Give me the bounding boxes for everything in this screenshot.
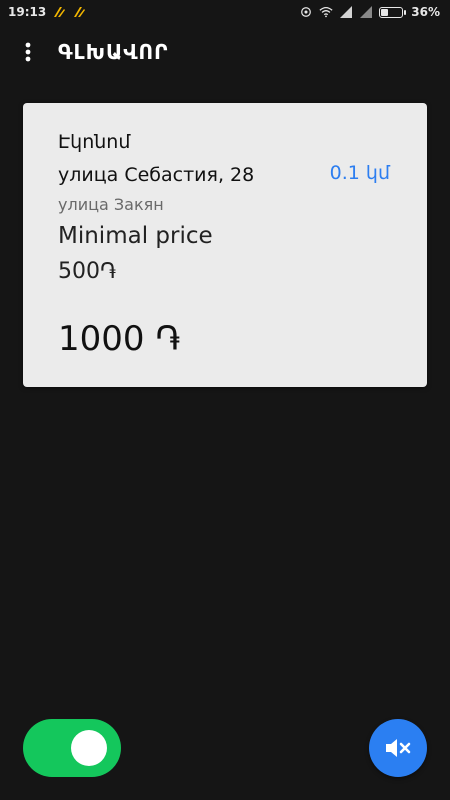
battery-percent: 36%	[411, 5, 440, 19]
app-bar: ԳԼԽԱՎՈՐ	[0, 24, 450, 80]
volume-mute-icon	[386, 739, 411, 757]
min-price-value: 500֏	[58, 259, 117, 284]
more-vertical-icon	[25, 42, 31, 62]
toggle-knob	[71, 730, 107, 766]
status-bar: 19:13 36%	[0, 0, 450, 24]
pickup-address: улица Себастия, 28	[58, 164, 255, 186]
menu-button[interactable]	[0, 24, 56, 80]
taxi-notification-icon	[54, 7, 66, 17]
order-card[interactable]: Էկոնոմ улица Себастия, 28 0.1 կմ улица З…	[23, 103, 427, 387]
battery-icon	[379, 6, 407, 18]
online-toggle[interactable]	[23, 719, 121, 777]
mute-button[interactable]	[369, 719, 427, 777]
status-time: 19:13	[8, 5, 47, 19]
taxi-notification-icon	[74, 7, 86, 17]
destination-address: улица Закян	[58, 195, 164, 214]
tariff-name: Էկոնոմ	[58, 131, 131, 153]
signal-icon	[360, 6, 373, 18]
location-icon	[301, 7, 312, 17]
signal-icon	[340, 6, 353, 18]
order-price: 1000 ֏	[58, 319, 181, 359]
status-left: 19:13	[8, 5, 86, 19]
distance-label: 0.1 կմ	[329, 162, 390, 184]
min-price-label: Minimal price	[58, 223, 213, 249]
wifi-icon	[319, 6, 333, 18]
battery-level-fill	[381, 8, 389, 16]
status-right: 36%	[299, 5, 440, 19]
app-title: ԳԼԽԱՎՈՐ	[58, 40, 169, 64]
